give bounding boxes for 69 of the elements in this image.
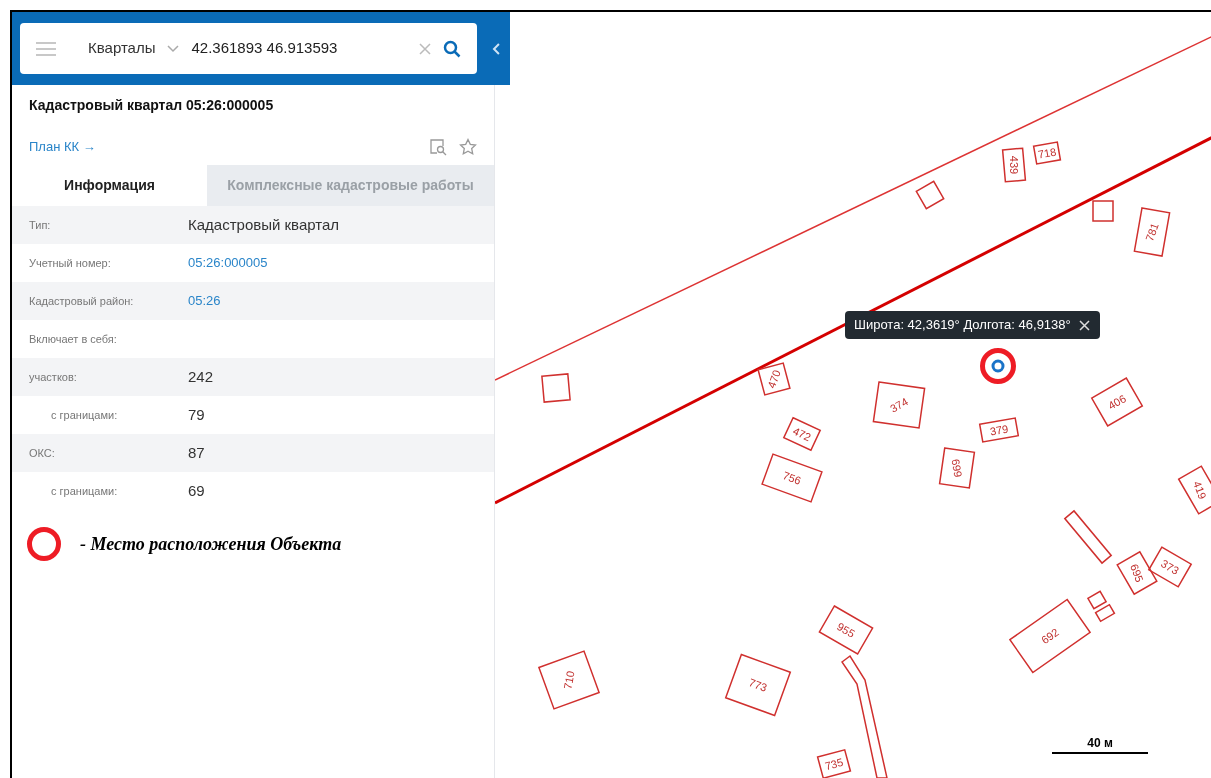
parcel-number: 710 xyxy=(561,669,577,691)
land-parcel xyxy=(1001,147,1027,183)
chevron-down-icon[interactable] xyxy=(167,44,180,53)
tooltip-text: Широта: 42,3619° Долгота: 46,9138° xyxy=(854,316,1071,335)
parcel-number: 373 xyxy=(1159,557,1181,577)
field-value: Кадастровый квартал xyxy=(188,214,340,235)
field-label: Тип: xyxy=(28,217,52,233)
land-parcel xyxy=(1116,550,1158,596)
land-parcel xyxy=(724,653,792,717)
field-label: участков: xyxy=(28,369,78,385)
tab[interactable]: Комплексные кадастровые работы xyxy=(207,165,494,206)
land-parcel xyxy=(1092,200,1114,222)
land-parcel xyxy=(872,381,926,429)
field-label: Кадастровый район: xyxy=(28,293,135,309)
land-parcel xyxy=(537,650,601,710)
star-icon[interactable] xyxy=(459,138,477,156)
land-parcel xyxy=(1177,465,1211,515)
parcel-number: 718 xyxy=(1036,145,1058,161)
parcel-number: 439 xyxy=(1008,155,1020,175)
value-link[interactable]: 05:26 xyxy=(188,291,221,311)
field-label: с границами: xyxy=(50,483,119,499)
value-link[interactable]: 05:26:000005 xyxy=(188,253,268,273)
collapse-icon[interactable] xyxy=(492,42,500,55)
land-parcel xyxy=(757,362,791,396)
parcel-number: 699 xyxy=(949,457,965,479)
search-icon[interactable] xyxy=(443,39,462,58)
field-label: с границами: xyxy=(50,407,119,423)
parcel-number: 735 xyxy=(823,755,845,773)
land-parcel xyxy=(541,373,571,403)
document-search-icon[interactable] xyxy=(429,138,447,156)
parcel-number: 472 xyxy=(791,424,813,444)
land-parcel xyxy=(1063,509,1113,565)
land-parcel xyxy=(1133,207,1171,257)
land-parcel xyxy=(816,748,852,778)
land-parcel xyxy=(938,447,976,489)
land-parcel xyxy=(978,417,1020,443)
search-field[interactable]: 42.361893 46.913593 xyxy=(191,37,408,60)
field-label: ОКС: xyxy=(28,445,56,461)
land-parcel xyxy=(818,604,874,656)
parcel-number: 374 xyxy=(888,395,910,415)
field-value: 69 xyxy=(188,480,205,501)
location-marker xyxy=(980,348,1016,384)
parcel-number: 379 xyxy=(988,422,1010,438)
field-value: 79 xyxy=(188,404,205,425)
layer-selector[interactable]: Кварталы xyxy=(88,37,156,60)
parcel-number: 470 xyxy=(765,368,783,390)
land-parcel xyxy=(1147,546,1193,588)
field-label: Учетный номер: xyxy=(28,255,112,271)
parcel-number: 419 xyxy=(1191,479,1209,501)
field-label: Включает в себя: xyxy=(28,331,118,347)
parcel-number: 692 xyxy=(1039,625,1061,647)
scale-label: 40 м xyxy=(1087,737,1113,749)
menu-icon[interactable] xyxy=(36,41,56,56)
land-parcel xyxy=(1090,377,1144,427)
plan-link[interactable]: План КК → xyxy=(29,137,96,157)
parcel-number: 773 xyxy=(747,676,769,694)
field-value: 87 xyxy=(188,442,205,463)
location-ring-icon xyxy=(26,526,62,562)
land-parcel xyxy=(1094,603,1116,623)
field-value: 242 xyxy=(188,366,214,387)
close-icon[interactable] xyxy=(1078,319,1090,331)
parcel-number: 756 xyxy=(781,469,803,487)
panel-title: Кадастровый квартал 05:26:000005 xyxy=(28,96,275,115)
parcel-number: 695 xyxy=(1128,562,1146,584)
parcel-number: 406 xyxy=(1106,392,1128,412)
land-parcel xyxy=(915,180,945,210)
parcel-number: 781 xyxy=(1143,221,1161,243)
parcel-number: 955 xyxy=(835,620,857,640)
legend-text: - Место расположения Объекта xyxy=(80,532,342,556)
